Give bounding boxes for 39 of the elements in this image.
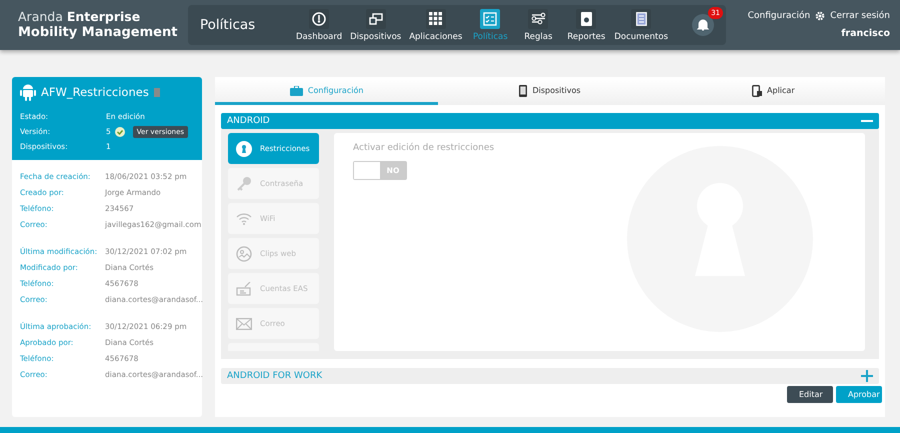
section-title: ANDROID xyxy=(227,116,270,126)
policy-name: AFW_Restricciones xyxy=(41,85,149,99)
envelope-icon xyxy=(236,318,252,330)
android-icon xyxy=(20,83,36,101)
grid-icon xyxy=(429,12,442,25)
sliders-icon xyxy=(530,12,546,25)
nav-item[interactable]: Reportes xyxy=(564,8,608,42)
briefcase-icon xyxy=(290,86,303,96)
plus-icon[interactable] xyxy=(861,370,873,382)
username: francisco xyxy=(841,28,890,39)
checklist-icon xyxy=(483,12,498,26)
section-title: ANDROID FOR WORK xyxy=(227,371,322,381)
phone-lock-icon xyxy=(752,84,762,96)
key-icon xyxy=(236,176,252,192)
bell-icon[interactable] xyxy=(692,14,714,36)
nav-item[interactable]: Dispositivos xyxy=(348,8,404,42)
nav-item[interactable]: Aplicaciones xyxy=(407,8,464,42)
setting-label: Activar edición de restricciones xyxy=(353,143,496,153)
phone-icon xyxy=(519,84,528,96)
devices-icon xyxy=(368,12,383,24)
report-icon xyxy=(580,12,592,26)
tab[interactable]: Dispositivos xyxy=(438,79,662,105)
image-icon xyxy=(236,246,252,262)
text-cursor xyxy=(154,88,160,96)
gear-icon[interactable] xyxy=(815,11,826,21)
brand-subtitle: Mobility Management xyxy=(18,25,178,41)
nav-item[interactable]: Dashboard xyxy=(294,8,344,42)
tab[interactable]: Aplicar xyxy=(662,79,885,105)
edit-button[interactable]: Editar xyxy=(787,386,833,403)
nav-item[interactable]: Reglas xyxy=(516,8,560,42)
nav-item[interactable]: Documentos xyxy=(612,8,670,42)
document-icon xyxy=(636,12,647,26)
section-title: Políticas xyxy=(200,17,256,33)
logout-link[interactable]: Cerrar sesión xyxy=(830,11,890,21)
wifi-icon xyxy=(236,212,252,224)
keyhole-icon xyxy=(236,140,252,156)
brand-name: Aranda Enterprise xyxy=(18,9,140,24)
settings-link[interactable]: Configuración xyxy=(748,11,810,21)
signing-icon xyxy=(236,282,252,296)
